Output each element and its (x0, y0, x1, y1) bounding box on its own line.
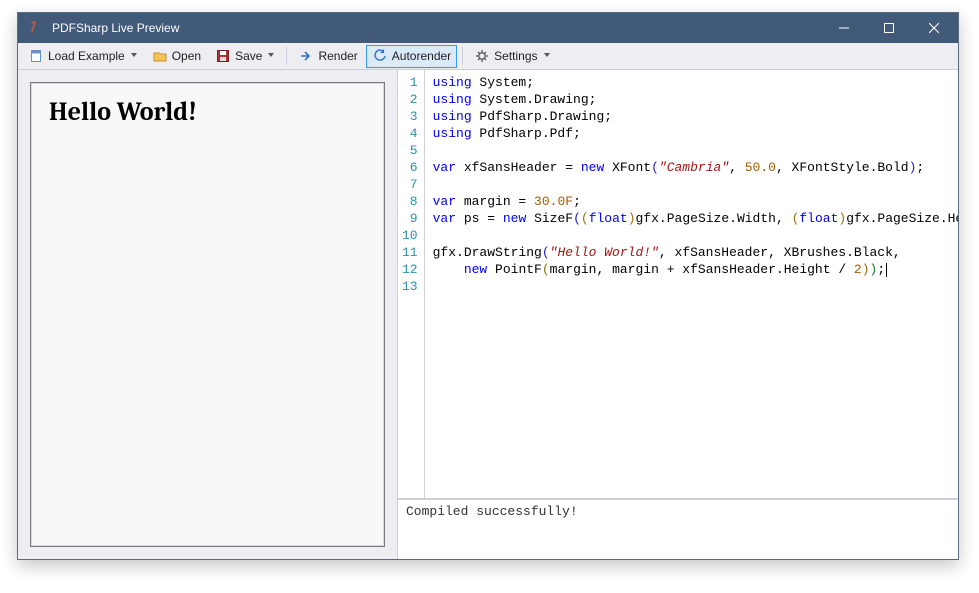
code-line[interactable]: var xfSansHeader = new XFont("Cambria", … (433, 159, 950, 176)
status-message: Compiled successfully! (406, 504, 578, 519)
titlebar[interactable]: PDFSharp Live Preview (18, 13, 958, 43)
code-line[interactable] (433, 142, 950, 159)
autorender-toggle[interactable]: Autorender (366, 45, 457, 68)
page-icon (28, 48, 44, 64)
line-number: 9 (402, 210, 418, 227)
render-button[interactable]: Render (292, 45, 363, 68)
load-example-label: Load Example (48, 49, 125, 63)
code-line[interactable]: var margin = 30.0F; (433, 193, 950, 210)
save-icon (215, 48, 231, 64)
code-line[interactable]: using PdfSharp.Pdf; (433, 125, 950, 142)
load-example-button[interactable]: Load Example (22, 45, 144, 68)
close-button[interactable] (911, 13, 956, 43)
app-window: PDFSharp Live Preview Load Example (17, 12, 959, 560)
code-line[interactable]: new PointF(margin, margin + xfSansHeader… (433, 261, 950, 278)
line-gutter: 12345678910111213 (398, 70, 425, 498)
line-number: 13 (402, 278, 418, 295)
settings-label: Settings (494, 49, 537, 63)
code-area[interactable]: using System;using System.Drawing;using … (425, 70, 958, 498)
window-controls (821, 13, 956, 43)
autorender-label: Autorender (392, 49, 451, 63)
line-number: 7 (402, 176, 418, 193)
line-number: 5 (402, 142, 418, 159)
line-number: 2 (402, 91, 418, 108)
preview-pane: Hello World! (18, 70, 398, 559)
line-number: 10 (402, 227, 418, 244)
toolbar: Load Example Open Save Render (18, 43, 958, 70)
code-line[interactable]: var ps = new SizeF((float)gfx.PageSize.W… (433, 210, 950, 227)
code-line[interactable]: using PdfSharp.Drawing; (433, 108, 950, 125)
preview-heading: Hello World! (31, 83, 384, 141)
line-number: 11 (402, 244, 418, 261)
code-line[interactable] (433, 278, 950, 295)
line-number: 4 (402, 125, 418, 142)
code-line[interactable]: using System.Drawing; (433, 91, 950, 108)
chevron-down-icon (544, 53, 551, 60)
line-number: 6 (402, 159, 418, 176)
code-line[interactable] (433, 176, 950, 193)
chevron-down-icon (268, 53, 275, 60)
toolbar-separator (462, 47, 463, 65)
line-number: 8 (402, 193, 418, 210)
code-line[interactable] (433, 227, 950, 244)
preview-surface[interactable]: Hello World! (30, 82, 385, 547)
status-pane: Compiled successfully! (398, 499, 958, 559)
save-button[interactable]: Save (209, 45, 281, 68)
code-line[interactable]: using System; (433, 74, 950, 91)
editor-pane: 12345678910111213 using System;using Sys… (398, 70, 958, 559)
line-number: 12 (402, 261, 418, 278)
chevron-down-icon (131, 53, 138, 60)
save-label: Save (235, 49, 262, 63)
window-title: PDFSharp Live Preview (52, 21, 821, 35)
open-button[interactable]: Open (146, 45, 207, 68)
refresh-icon (372, 48, 388, 64)
settings-button[interactable]: Settings (468, 45, 556, 68)
text-cursor (886, 263, 887, 277)
code-editor[interactable]: 12345678910111213 using System;using Sys… (398, 70, 958, 499)
open-label: Open (172, 49, 201, 63)
arrow-right-icon (298, 48, 314, 64)
app-icon (28, 20, 44, 36)
minimize-button[interactable] (821, 13, 866, 43)
toolbar-separator (286, 47, 287, 65)
code-line[interactable]: gfx.DrawString("Hello World!", xfSansHea… (433, 244, 950, 261)
body-area: Hello World! 12345678910111213 using Sys… (18, 70, 958, 559)
maximize-button[interactable] (866, 13, 911, 43)
render-label: Render (318, 49, 357, 63)
folder-open-icon (152, 48, 168, 64)
line-number: 3 (402, 108, 418, 125)
gear-icon (474, 48, 490, 64)
line-number: 1 (402, 74, 418, 91)
